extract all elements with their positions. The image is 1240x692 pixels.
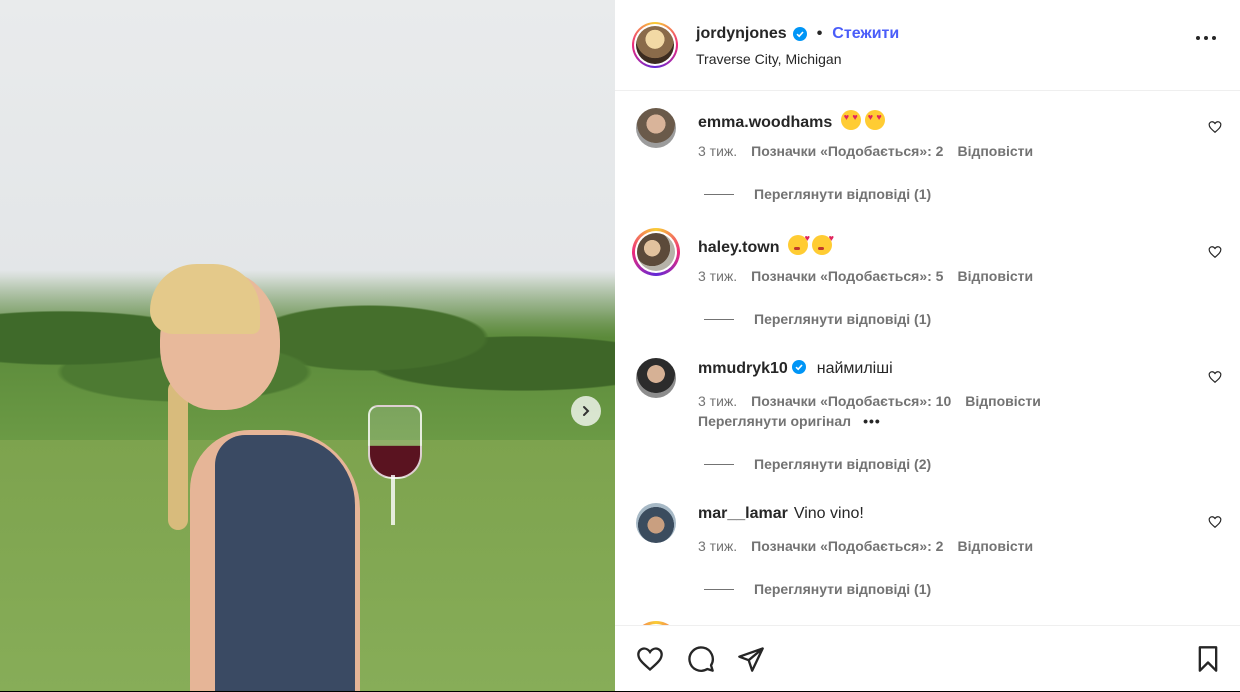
separator-dot: • — [816, 25, 823, 42]
wine-glass — [368, 405, 422, 535]
avatar[interactable] — [636, 108, 676, 148]
comment-text: Vino vino! — [793, 505, 864, 522]
avatar[interactable] — [636, 358, 676, 398]
avatar[interactable] — [636, 503, 676, 543]
follow-button[interactable]: Стежити — [832, 25, 899, 43]
comment-username[interactable]: mar__lamar — [698, 505, 788, 522]
view-replies-button[interactable]: Переглянути відповіді (1) — [704, 186, 931, 202]
comments-list: emma.woodhams 3 тиж. Позначки «Подобаєть… — [615, 91, 1240, 625]
next-arrow-icon[interactable] — [571, 396, 601, 426]
comment-likes[interactable]: Позначки «Подобається»: 5 — [751, 268, 943, 284]
like-comment-icon[interactable] — [1208, 120, 1222, 134]
view-replies-label: Переглянути відповіді (1) — [754, 311, 932, 327]
view-replies-button[interactable]: Переглянути відповіді (2) — [704, 456, 931, 472]
comment-likes[interactable]: Позначки «Подобається»: 2 — [751, 143, 943, 159]
reply-button[interactable]: Відповісти — [957, 268, 1033, 284]
comment-icon[interactable] — [687, 645, 715, 673]
comment-time[interactable]: 3 тиж. — [698, 393, 737, 409]
like-comment-icon[interactable] — [1208, 245, 1222, 259]
reply-button[interactable]: Відповісти — [957, 143, 1033, 159]
more-options-icon[interactable] — [1196, 36, 1216, 40]
share-icon[interactable] — [737, 645, 765, 673]
view-replies-label: Переглянути відповіді (2) — [754, 456, 932, 472]
verified-icon — [792, 27, 807, 41]
view-replies-button[interactable]: Переглянути відповіді (1) — [704, 581, 931, 597]
comment-more-options-icon[interactable]: ••• — [863, 413, 881, 429]
comment-time[interactable]: 3 тиж. — [698, 268, 737, 284]
save-icon[interactable] — [1194, 645, 1222, 673]
post-media[interactable] — [0, 0, 615, 691]
comment-text: наймиліші — [816, 360, 893, 377]
comment-username[interactable]: emma.woodhams — [698, 114, 832, 131]
comment-likes[interactable]: Позначки «Подобається»: 10 — [751, 393, 951, 409]
post-username[interactable]: jordynjones — [696, 25, 787, 43]
comment-username[interactable]: mmudryk10 — [698, 360, 788, 377]
avatar[interactable] — [632, 228, 680, 276]
like-comment-icon[interactable] — [1208, 515, 1222, 529]
avatar[interactable] — [632, 22, 678, 68]
heart-eyes-emoji — [864, 110, 885, 130]
view-replies-label: Переглянути відповіді (1) — [754, 186, 932, 202]
reply-button[interactable]: Відповісти — [957, 538, 1033, 554]
photo-subject — [140, 264, 422, 691]
post-actions-bar — [615, 625, 1240, 692]
view-replies-label: Переглянути відповіді (1) — [754, 581, 932, 597]
post-header: jordynjones • Стежити Traverse City, Mic… — [615, 0, 1240, 91]
post-location[interactable]: Traverse City, Michigan — [696, 51, 841, 67]
kiss-emoji — [811, 233, 834, 255]
post-sidebar: jordynjones • Стежити Traverse City, Mic… — [615, 0, 1240, 691]
view-replies-button[interactable]: Переглянути відповіді (1) — [704, 311, 931, 327]
verified-icon — [792, 360, 807, 374]
comment-time[interactable]: 3 тиж. — [698, 143, 737, 159]
comment-likes[interactable]: Позначки «Подобається»: 2 — [751, 538, 943, 554]
like-comment-icon[interactable] — [1208, 370, 1222, 384]
comment-time[interactable]: 3 тиж. — [698, 538, 737, 554]
heart-eyes-emoji — [840, 110, 861, 130]
view-original-button[interactable]: Переглянути оригінал — [698, 413, 851, 429]
kiss-emoji — [787, 233, 810, 255]
like-icon[interactable] — [636, 645, 664, 673]
comment-username[interactable]: haley.town — [698, 239, 780, 256]
reply-button[interactable]: Відповісти — [965, 393, 1041, 409]
